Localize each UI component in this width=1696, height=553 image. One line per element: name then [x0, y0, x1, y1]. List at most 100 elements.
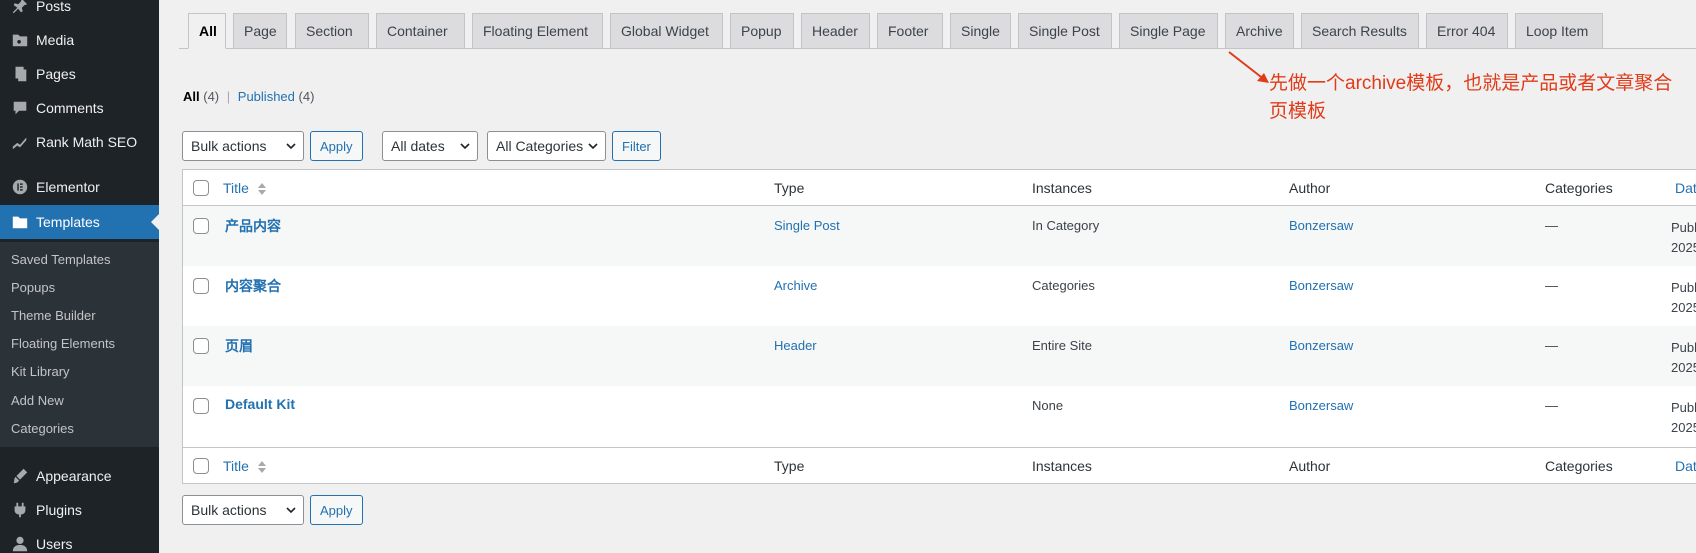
column-author-bottom: Author: [1289, 458, 1331, 474]
view-published-count: (4): [298, 89, 315, 104]
column-categories-bottom: Categories: [1545, 458, 1613, 474]
submenu-add-new[interactable]: Add New: [11, 393, 64, 408]
apply-button-top[interactable]: Apply: [310, 131, 363, 161]
status-views: All (4) | Published (4): [183, 89, 314, 104]
brush-icon: [0, 467, 36, 485]
tab-section[interactable]: Section: [295, 13, 369, 49]
column-date-sort[interactable]: Date: [1675, 180, 1696, 196]
row-date: Publ2025: [1671, 400, 1696, 435]
row-title-link[interactable]: 内容聚合: [225, 276, 281, 296]
chevron-down-icon: [460, 143, 470, 150]
menu-media[interactable]: Media: [0, 23, 159, 57]
row-date: Publ2025: [1671, 220, 1696, 255]
menu-posts[interactable]: Posts: [0, 0, 159, 23]
row-title-link[interactable]: Default Kit: [225, 396, 295, 412]
annotation-note: 先做一个archive模板，也就是产品或者文章聚合页模板: [1269, 73, 1673, 122]
chevron-down-icon: [286, 143, 296, 150]
row-author-link[interactable]: Bonzersaw: [1289, 278, 1353, 293]
tab-header[interactable]: Header: [801, 13, 870, 49]
apply-button-bottom[interactable]: Apply: [310, 495, 363, 525]
menu-label: Pages: [36, 66, 76, 82]
admin-sidebar: Posts Media Pages Comments Rank Math SEO…: [0, 0, 159, 553]
menu-elementor[interactable]: Elementor: [0, 170, 159, 204]
bulk-actions-select-top[interactable]: Bulk actions: [182, 131, 304, 161]
row-author-link[interactable]: Bonzersaw: [1289, 218, 1353, 233]
table-footer: Title Type Instances Author Categories D…: [183, 447, 1696, 483]
view-all-link[interactable]: All: [183, 89, 200, 104]
main-content: All Page Section Container Floating Elem…: [159, 0, 1696, 553]
row-title-link[interactable]: 页眉: [225, 336, 253, 356]
chevron-down-icon: [286, 507, 296, 514]
tab-single-post[interactable]: Single Post: [1018, 13, 1112, 49]
row-type-link[interactable]: Archive: [774, 278, 817, 293]
row-categories: —: [1545, 218, 1558, 233]
menu-users[interactable]: Users: [0, 527, 159, 553]
view-published-link[interactable]: Published: [238, 89, 295, 104]
select-all-checkbox[interactable]: [193, 180, 209, 196]
row-type-link[interactable]: Single Post: [774, 218, 840, 233]
row-instances: In Category: [1032, 218, 1100, 233]
menu-label: Appearance: [36, 468, 112, 484]
tab-page[interactable]: Page: [233, 13, 287, 49]
dates-filter-value: All dates: [391, 138, 445, 154]
menu-appearance[interactable]: Appearance: [0, 459, 159, 493]
row-title-link[interactable]: 产品内容: [225, 216, 281, 236]
tab-single[interactable]: Single: [950, 13, 1011, 49]
submenu-theme-builder[interactable]: Theme Builder: [11, 308, 96, 323]
users-icon: [0, 535, 36, 553]
view-separator: |: [226, 89, 231, 104]
menu-label: Comments: [36, 100, 104, 116]
row-checkbox[interactable]: [193, 338, 209, 354]
tab-archive[interactable]: Archive: [1225, 13, 1294, 49]
menu-label: Rank Math SEO: [36, 134, 138, 150]
categories-filter-select[interactable]: All Categories: [487, 131, 606, 161]
menu-plugins[interactable]: Plugins: [0, 493, 159, 527]
bulk-actions-select-bottom[interactable]: Bulk actions: [182, 495, 304, 525]
dates-filter-select[interactable]: All dates: [382, 131, 478, 161]
row-date: Publ2025: [1671, 340, 1696, 375]
menu-comments[interactable]: Comments: [0, 91, 159, 125]
tab-footer[interactable]: Footer: [877, 13, 943, 49]
column-author: Author: [1289, 180, 1331, 196]
column-title-sort[interactable]: Title: [223, 180, 267, 196]
bulk-actions-value: Bulk actions: [191, 138, 267, 154]
elementor-icon: [0, 178, 36, 196]
rank-math-icon: [0, 133, 36, 151]
tab-popup[interactable]: Popup: [730, 13, 794, 49]
row-author-link[interactable]: Bonzersaw: [1289, 338, 1353, 353]
tab-global-widget[interactable]: Global Widget: [610, 13, 723, 49]
menu-rank-math[interactable]: Rank Math SEO: [0, 125, 159, 159]
tab-error-404[interactable]: Error 404: [1426, 13, 1508, 49]
templates-table: Title Type Instances Author Categories D…: [182, 169, 1696, 484]
column-date-sort-bottom[interactable]: Date: [1675, 458, 1696, 474]
select-all-checkbox-bottom[interactable]: [193, 458, 209, 474]
tab-single-page[interactable]: Single Page: [1119, 13, 1218, 49]
row-checkbox[interactable]: [193, 278, 209, 294]
submenu-saved-templates[interactable]: Saved Templates: [11, 252, 111, 267]
menu-pages[interactable]: Pages: [0, 57, 159, 91]
templates-submenu: Saved Templates Popups Theme Builder Flo…: [0, 242, 159, 447]
row-type-link[interactable]: Header: [774, 338, 817, 353]
table-row: 产品内容 Single Post In Category Bonzersaw —…: [183, 206, 1696, 266]
bulk-actions-value: Bulk actions: [191, 502, 267, 518]
filter-button[interactable]: Filter: [612, 131, 661, 161]
media-icon: [0, 31, 36, 49]
column-type: Type: [774, 180, 805, 196]
tab-container[interactable]: Container: [376, 13, 465, 49]
submenu-categories[interactable]: Categories: [11, 421, 74, 436]
pages-icon: [0, 65, 36, 83]
row-checkbox[interactable]: [193, 218, 209, 234]
column-title-sort-bottom[interactable]: Title: [223, 458, 267, 474]
submenu-kit-library[interactable]: Kit Library: [11, 364, 70, 379]
tab-loop-item[interactable]: Loop Item: [1515, 13, 1603, 49]
tab-search-results[interactable]: Search Results: [1301, 13, 1419, 49]
tab-all[interactable]: All: [188, 13, 226, 49]
row-author-link[interactable]: Bonzersaw: [1289, 398, 1353, 413]
column-instances-bottom: Instances: [1032, 458, 1092, 474]
submenu-popups[interactable]: Popups: [11, 280, 55, 295]
row-checkbox[interactable]: [193, 398, 209, 414]
plugin-icon: [0, 501, 36, 519]
menu-templates[interactable]: Templates: [0, 205, 159, 239]
submenu-floating-elements[interactable]: Floating Elements: [11, 336, 115, 351]
tab-floating-element[interactable]: Floating Element: [472, 13, 603, 49]
